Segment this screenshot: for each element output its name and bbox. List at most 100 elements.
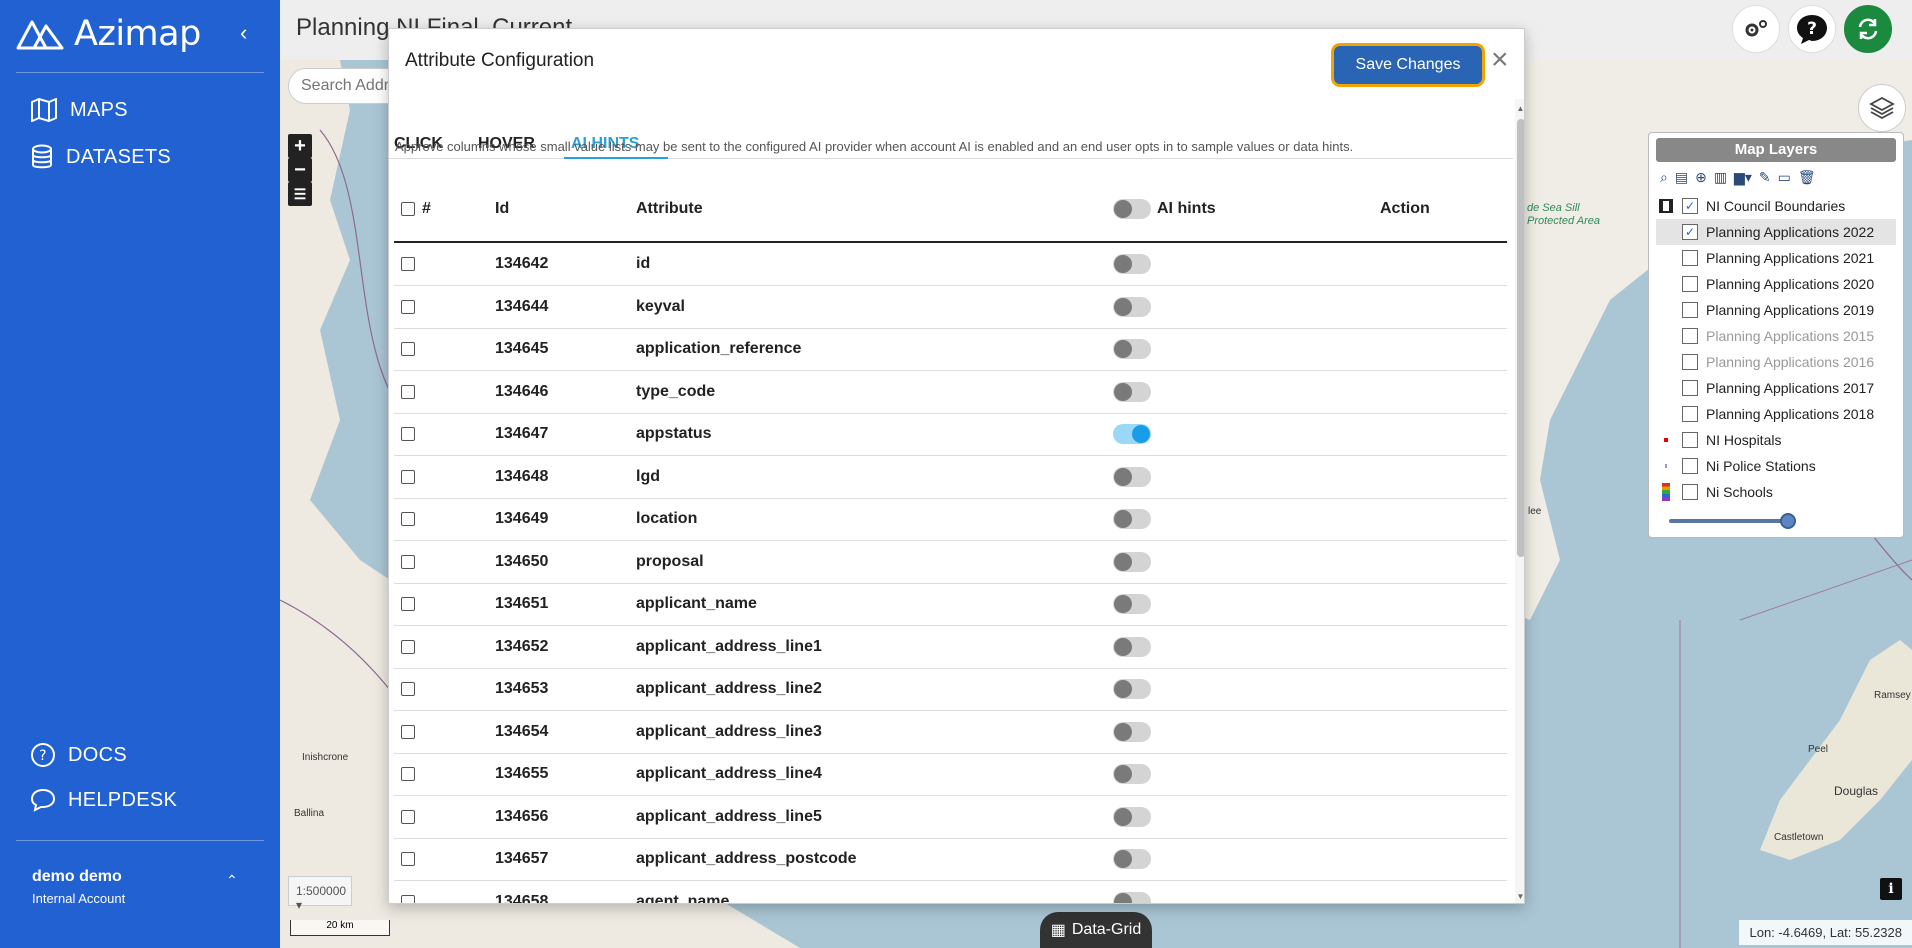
layer-checkbox[interactable] (1682, 484, 1698, 500)
ai-hint-toggle[interactable] (1113, 849, 1151, 869)
layer-row[interactable]: Planning Applications 2015 (1656, 323, 1896, 349)
layer-checkbox[interactable] (1682, 302, 1698, 318)
row-id: 134645 (495, 340, 549, 357)
scrollbar-thumb[interactable] (1517, 119, 1524, 557)
scroll-up-arrow[interactable]: ▲ (1515, 104, 1524, 113)
ai-hint-toggle[interactable] (1113, 891, 1151, 903)
layer-row[interactable]: Planning Applications 2016 (1656, 349, 1896, 375)
row-checkbox[interactable] (401, 767, 415, 781)
ai-hint-toggle[interactable] (1113, 339, 1151, 359)
layer-row[interactable]: Planning Applications 2017 (1656, 375, 1896, 401)
nav-item-docs[interactable]: ? DOCS (30, 742, 127, 768)
layer-checkbox[interactable] (1682, 276, 1698, 292)
layer-row[interactable]: Planning Applications 2019 (1656, 297, 1896, 323)
layer-row[interactable]: NI Hospitals (1656, 427, 1896, 453)
zoom-in-button[interactable]: + (288, 134, 312, 158)
row-checkbox[interactable] (401, 809, 415, 824)
layer-row[interactable]: Planning Applications 2018 (1656, 401, 1896, 427)
layer-row[interactable]: Ni Police Stations (1656, 453, 1896, 479)
layers-toggle-button[interactable] (1858, 84, 1906, 132)
user-block[interactable]: demo demo Internal Account (32, 868, 125, 906)
layer-checkbox[interactable]: ✓ (1682, 198, 1698, 214)
ai-hint-toggle[interactable] (1113, 679, 1151, 699)
row-checkbox[interactable] (401, 342, 415, 356)
user-name: demo demo (32, 868, 122, 885)
wrench-icon[interactable]: ✎ (1759, 169, 1771, 186)
add-circle-icon[interactable]: ⊕ (1695, 169, 1707, 186)
layer-row[interactable]: ✓ Planning Applications 2022 (1656, 219, 1896, 245)
row-checkbox[interactable] (401, 299, 415, 314)
svg-text:?: ? (1807, 19, 1817, 39)
row-checkbox[interactable] (401, 554, 415, 569)
ai-hint-toggle[interactable] (1113, 551, 1151, 572)
row-checkbox[interactable] (401, 724, 415, 739)
layer-checkbox[interactable]: ✓ (1682, 224, 1698, 240)
nav-item-helpdesk[interactable]: HELPDESK (30, 788, 177, 812)
refresh-button[interactable] (1844, 5, 1892, 53)
search-icon[interactable]: ⌕ (1660, 169, 1668, 186)
row-checkbox[interactable] (401, 682, 415, 696)
close-icon[interactable]: × (1491, 45, 1509, 75)
place-label: Ramsey (1874, 690, 1911, 701)
row-checkbox[interactable] (401, 894, 415, 903)
row-checkbox[interactable] (401, 257, 415, 271)
comment-icon[interactable]: ▭ (1778, 169, 1791, 186)
layer-checkbox[interactable] (1682, 354, 1698, 370)
opacity-slider-handle[interactable] (1780, 513, 1796, 529)
row-checkbox[interactable] (401, 469, 415, 484)
ai-hint-toggle[interactable] (1113, 424, 1151, 444)
ai-hint-toggle[interactable] (1113, 381, 1151, 402)
ai-hint-toggle[interactable] (1113, 721, 1151, 742)
legend-list-button[interactable]: ☰ (288, 182, 312, 206)
trash-icon[interactable]: 🗑 (1798, 169, 1816, 186)
layer-row[interactable]: ✓ NI Council Boundaries (1656, 193, 1896, 219)
layer-checkbox[interactable] (1682, 406, 1698, 422)
help-button[interactable]: ? (1788, 5, 1836, 53)
ai-hint-toggle[interactable] (1113, 296, 1151, 317)
scale-select[interactable]: 1:500000 ▾ (288, 876, 352, 912)
place-label: Inishcrone (302, 752, 349, 763)
row-checkbox[interactable] (401, 852, 415, 866)
ai-hint-toggle[interactable] (1113, 509, 1151, 529)
ai-hint-toggle[interactable] (1113, 594, 1151, 614)
save-changes-button[interactable]: Save Changes (1334, 46, 1482, 84)
scroll-down-arrow[interactable]: ▼ (1515, 892, 1524, 901)
layer-checkbox[interactable] (1682, 432, 1698, 448)
row-checkbox[interactable] (401, 512, 415, 526)
ai-hint-toggle[interactable] (1113, 254, 1151, 274)
layer-checkbox[interactable] (1682, 328, 1698, 344)
opacity-slider-track[interactable] (1669, 519, 1789, 523)
row-checkbox[interactable] (401, 427, 415, 441)
layer-row[interactable]: Ni Schools (1656, 479, 1896, 505)
layer-checkbox[interactable] (1682, 458, 1698, 474)
row-checkbox[interactable] (401, 597, 415, 611)
row-checkbox[interactable] (401, 639, 415, 654)
ai-hints-master-toggle[interactable] (1113, 199, 1151, 219)
grid-header: # Id Attribute AI hints Action (394, 177, 1507, 243)
layer-row[interactable]: Planning Applications 2020 (1656, 271, 1896, 297)
chart-icon[interactable]: ▤ (1675, 169, 1688, 186)
layer-checkbox[interactable] (1682, 380, 1698, 396)
layer-checkbox[interactable] (1682, 250, 1698, 266)
chevron-left-icon[interactable]: ‹ (240, 20, 247, 46)
ai-hint-toggle[interactable] (1113, 636, 1151, 657)
chevron-up-icon[interactable]: ⌃ (226, 872, 238, 889)
settings-button[interactable] (1732, 5, 1780, 53)
nav-item-datasets[interactable]: DATASETS (30, 144, 171, 170)
select-all-checkbox[interactable] (401, 202, 415, 216)
table-row: 134642 id (394, 243, 1507, 286)
info-icon[interactable]: i (1880, 878, 1902, 900)
row-attribute: appstatus (636, 425, 712, 442)
brand[interactable]: Azimap (16, 14, 201, 54)
ai-hint-toggle[interactable] (1113, 806, 1151, 827)
layer-row[interactable]: Planning Applications 2021 (1656, 245, 1896, 271)
row-id: 134651 (495, 595, 549, 612)
database-icon[interactable]: ▥ (1714, 169, 1727, 186)
folder-icon[interactable]: ▆▾ (1734, 169, 1752, 186)
ai-hint-toggle[interactable] (1113, 466, 1151, 487)
ai-hint-toggle[interactable] (1113, 764, 1151, 784)
nav-item-maps[interactable]: MAPS (30, 98, 128, 122)
zoom-out-button[interactable]: − (288, 158, 312, 182)
data-grid-button[interactable]: ▦ Data-Grid (1040, 912, 1152, 948)
row-checkbox[interactable] (401, 384, 415, 399)
